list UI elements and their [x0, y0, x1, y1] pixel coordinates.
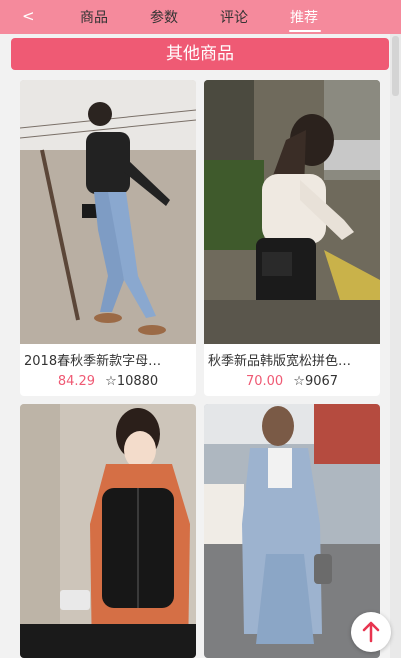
favorite-count: 9067 [304, 374, 339, 389]
tab-product[interactable]: 商品 [80, 7, 108, 27]
arrow-up-icon [362, 621, 380, 643]
product-card[interactable]: 2018春秋季新款字母… 84.29 ☆10880 [20, 80, 196, 396]
favorite-count: 10880 [116, 374, 159, 389]
star-outline-icon: ☆ [105, 374, 117, 389]
product-meta: 70.00 ☆9067 [204, 374, 380, 389]
product-image [20, 404, 196, 658]
star-outline-icon: ☆ [293, 374, 305, 389]
product-card[interactable]: 秋季新品韩版宽松拼色… 70.00 ☆9067 [204, 80, 380, 396]
section-title: 其他商品 [11, 38, 389, 70]
tab-recommend[interactable]: 推荐 [290, 7, 318, 27]
active-tab-indicator [289, 30, 321, 32]
product-name: 秋季新品韩版宽松拼色… [208, 354, 352, 369]
product-image [204, 80, 380, 344]
scrollbar[interactable] [390, 34, 401, 658]
product-price: 84.29 [57, 374, 96, 389]
top-nav-bar: < 商品 参数 评论 推荐 [0, 0, 401, 34]
scroll-top-button[interactable] [351, 612, 391, 652]
product-image [20, 80, 196, 344]
tab-reviews[interactable]: 评论 [220, 7, 248, 27]
product-meta: 84.29 ☆10880 [20, 374, 196, 389]
scrollbar-thumb[interactable] [392, 36, 399, 96]
product-price: 70.00 [245, 374, 284, 389]
product-name: 2018春秋季新款字母… [24, 354, 162, 369]
tab-params[interactable]: 参数 [150, 7, 178, 27]
product-card[interactable] [20, 404, 196, 658]
back-button[interactable]: < [22, 7, 35, 25]
